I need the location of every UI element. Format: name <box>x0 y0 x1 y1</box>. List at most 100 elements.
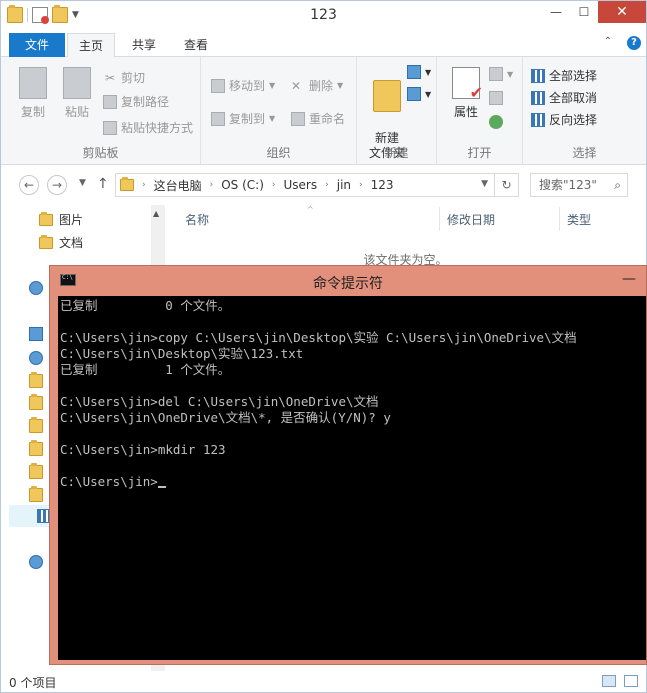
open-button[interactable]: ▼ <box>489 67 513 81</box>
help-icon[interactable]: ? <box>627 36 641 50</box>
refresh-icon[interactable]: ↻ <box>494 174 518 196</box>
search-placeholder: 搜索"123" <box>539 178 597 192</box>
address-bar-row: ← → ▼ ↑ › 这台电脑 › OS (C:) › Users › jin ›… <box>1 165 646 205</box>
console-line: C:\Users\jin\Desktop\实验\123.txt <box>60 346 304 361</box>
folder-icon[interactable] <box>29 372 43 388</box>
organize-group-label: 组织 <box>266 146 291 160</box>
column-header-name[interactable]: 名称 <box>185 211 209 228</box>
divider[interactable] <box>439 207 440 231</box>
chevron-right-icon[interactable]: › <box>272 180 276 190</box>
move-to-button[interactable]: 移动到 ▼ <box>211 77 275 94</box>
chevron-right-icon[interactable]: › <box>142 180 146 190</box>
history-button[interactable] <box>489 115 503 129</box>
folder-icon[interactable] <box>29 486 43 502</box>
documents-folder-icon <box>39 234 53 249</box>
easy-access-button[interactable]: ▼ <box>407 87 431 101</box>
details-view-icon[interactable] <box>602 675 616 687</box>
rename-button[interactable]: 重命名 <box>291 110 345 127</box>
new-item-icon <box>407 65 421 79</box>
chevron-right-icon[interactable]: › <box>359 180 363 190</box>
cut-button[interactable]: ✂ 剪切 <box>103 69 145 86</box>
console-line: 已复制 1 个文件。 <box>60 362 231 377</box>
tab-view[interactable]: 查看 <box>173 33 219 57</box>
copy-path-icon <box>103 94 117 109</box>
breadcrumb-123[interactable]: 123 <box>371 178 394 192</box>
select-none-label: 全部取消 <box>549 91 598 105</box>
large-icons-view-icon[interactable] <box>624 675 638 687</box>
tab-home[interactable]: 主页 <box>67 33 116 58</box>
tab-share[interactable]: 共享 <box>121 33 167 57</box>
column-header-type[interactable]: 类型 <box>567 211 591 228</box>
edit-button[interactable] <box>489 91 503 105</box>
breadcrumb-jin[interactable]: jin <box>337 178 351 192</box>
paste-button[interactable]: 粘贴 <box>57 67 97 120</box>
folder-icon <box>120 177 134 191</box>
chevron-down-icon: ▼ <box>507 69 514 79</box>
forward-button[interactable]: → <box>47 175 67 195</box>
copy-to-label: 复制到 <box>229 112 266 126</box>
easy-access-icon <box>407 87 421 101</box>
paste-shortcut-button[interactable]: 粘贴快捷方式 <box>103 119 193 136</box>
properties-button[interactable]: 属性 <box>449 67 483 120</box>
address-bar[interactable]: › 这台电脑 › OS (C:) › Users › jin › 123 ▼ ↻ <box>115 173 519 197</box>
ribbon: 复制 粘贴 ✂ 剪切 复制路径 粘贴快捷方式 剪贴板 移动到 ▼ 复制到 ▼ ✕… <box>1 57 646 165</box>
breadcrumb-users[interactable]: Users <box>284 178 318 192</box>
chevron-down-icon: ▼ <box>337 81 344 90</box>
close-button[interactable]: ✕ <box>598 1 646 23</box>
folder-icon[interactable] <box>29 440 43 456</box>
back-button[interactable]: ← <box>19 175 39 195</box>
divider[interactable] <box>559 207 560 231</box>
chevron-right-icon[interactable]: › <box>210 180 214 190</box>
nav-item-pictures[interactable]: 图片 <box>39 211 83 228</box>
new-item-button[interactable]: ▼ <box>407 65 431 79</box>
new-folder-icon <box>373 80 401 112</box>
open-group-label: 打开 <box>467 146 492 160</box>
recent-locations-chevron-icon[interactable]: ▼ <box>79 178 86 188</box>
delete-button[interactable]: ✕ 删除 ▼ <box>291 77 343 94</box>
select-all-button[interactable]: 全部选择 <box>531 67 597 84</box>
homegroup-icon[interactable] <box>29 281 43 295</box>
folder-icon[interactable] <box>29 394 43 410</box>
copy-button[interactable]: 复制 <box>13 67 53 120</box>
properties-label: 属性 <box>453 105 478 119</box>
maximize-button[interactable]: ☐ <box>570 1 598 23</box>
scroll-up-arrow-icon[interactable]: ▲ <box>153 209 159 218</box>
search-box[interactable]: 搜索"123" ⌕ <box>530 173 628 197</box>
console-line: C:\Users\jin\OneDrive\文档\*, 是否确认(Y/N)? y <box>60 410 391 425</box>
nav-item-documents[interactable]: 文档 <box>39 234 83 251</box>
tab-file[interactable]: 文件 <box>9 33 65 57</box>
chevron-down-icon: ▼ <box>425 89 432 99</box>
breadcrumb-this-pc[interactable]: 这台电脑 <box>154 177 202 194</box>
collapse-ribbon-chevron-icon[interactable]: ⌃ <box>604 36 612 47</box>
chevron-right-icon[interactable]: › <box>325 180 329 190</box>
open-icon <box>489 67 503 81</box>
copy-to-button[interactable]: 复制到 ▼ <box>211 110 275 127</box>
column-header-date-modified[interactable]: 修改日期 <box>447 211 495 228</box>
address-history-chevron-icon[interactable]: ▼ <box>481 179 488 189</box>
minimize-button[interactable]: — <box>542 1 570 23</box>
clipboard-group-label: 剪贴板 <box>82 146 119 160</box>
paste-label: 粘贴 <box>64 105 89 119</box>
folder-icon[interactable] <box>29 463 43 479</box>
folder-icon[interactable] <box>29 417 43 433</box>
breadcrumb-os-c[interactable]: OS (C:) <box>221 178 264 192</box>
title-bar: ▼ 123 — ☐ ✕ <box>1 1 646 31</box>
cmd-title-bar[interactable]: 命令提示符 — <box>50 266 646 296</box>
invert-selection-label: 反向选择 <box>549 113 598 127</box>
network-icon[interactable] <box>29 555 43 569</box>
select-none-button[interactable]: 全部取消 <box>531 89 597 106</box>
onedrive-icon[interactable] <box>29 351 43 365</box>
console-prompt-line[interactable]: C:\Users\jin> <box>60 474 644 490</box>
invert-selection-button[interactable]: 反向选择 <box>531 111 597 128</box>
clipboard-group: 复制 粘贴 ✂ 剪切 复制路径 粘贴快捷方式 剪贴板 <box>1 57 201 165</box>
cmd-minimize-button[interactable]: — <box>622 271 636 287</box>
copy-path-button[interactable]: 复制路径 <box>103 93 169 110</box>
this-pc-icon[interactable] <box>29 327 43 341</box>
edit-icon <box>489 91 503 105</box>
up-arrow-icon[interactable]: ↑ <box>97 176 109 192</box>
console-output[interactable]: 已复制 0 个文件。 C:\Users\jin>copy C:\Users\ji… <box>58 296 646 660</box>
search-icon[interactable]: ⌕ <box>614 174 621 196</box>
